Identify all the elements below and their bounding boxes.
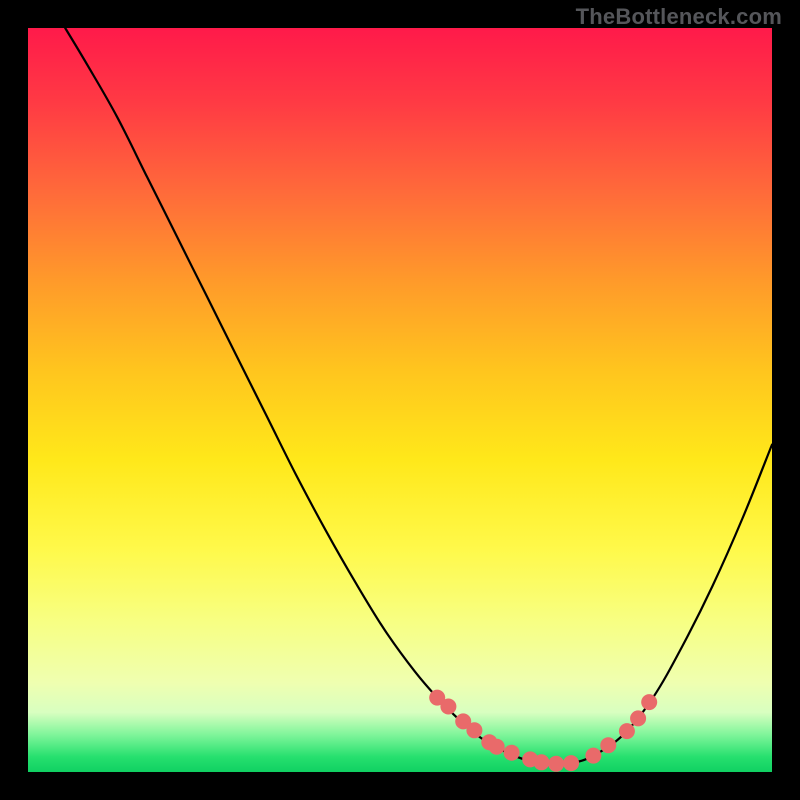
highlight-dot [504, 745, 520, 761]
highlight-dot [548, 756, 564, 772]
highlight-dot [489, 739, 505, 755]
bottleneck-curve [65, 28, 772, 764]
stage: TheBottleneck.com [0, 0, 800, 800]
dots-group [429, 690, 657, 772]
highlight-dot [563, 755, 579, 771]
watermark-text: TheBottleneck.com [576, 4, 782, 30]
highlight-dot [630, 710, 646, 726]
highlight-dot [440, 699, 456, 715]
highlight-dot [619, 723, 635, 739]
highlight-dot [585, 748, 601, 764]
highlight-dot [466, 722, 482, 738]
highlight-dot [600, 737, 616, 753]
highlight-dot [533, 754, 549, 770]
chart-overlay [28, 28, 772, 772]
highlight-dot [641, 694, 657, 710]
